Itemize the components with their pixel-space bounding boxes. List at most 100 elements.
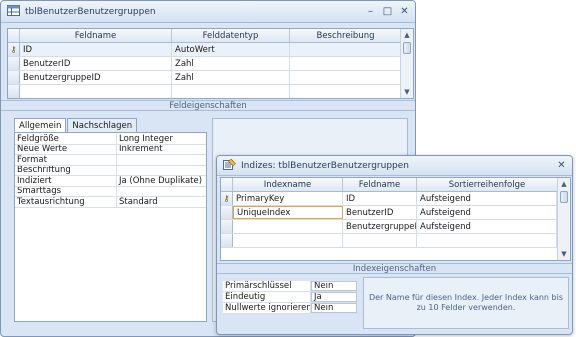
index-name-cell[interactable]: UniqueIndex: [233, 206, 343, 219]
field-type-cell[interactable]: Zahl: [172, 71, 290, 84]
property-row[interactable]: Nullwerte ignorieren Nein: [223, 303, 363, 314]
field-desc-cell[interactable]: [290, 85, 401, 98]
scroll-thumb[interactable]: [403, 42, 411, 54]
close-icon: ✕: [400, 5, 409, 17]
row-selector[interactable]: [221, 234, 233, 247]
column-header-sortierreihenfolge[interactable]: Sortierreihenfolge: [417, 178, 557, 191]
field-type-cell[interactable]: [172, 85, 290, 98]
property-label: Indiziert: [15, 176, 117, 186]
field-name-cell[interactable]: BenutzerID: [20, 57, 172, 70]
property-value[interactable]: Nein: [311, 281, 357, 291]
tab-allgemein[interactable]: Allgemein: [14, 118, 67, 133]
column-header-beschreibung[interactable]: Beschreibung: [290, 29, 401, 42]
table-row[interactable]: ⚷ PrimaryKey ID Aufsteigend: [221, 192, 570, 206]
scroll-up-icon[interactable]: ▲: [558, 178, 570, 190]
field-grid: Feldname Felddatentyp Beschreibung ⚷ ID …: [7, 28, 414, 99]
table-row[interactable]: BenutzergruppeID Zahl: [8, 71, 413, 85]
index-name-cell[interactable]: [233, 234, 343, 247]
property-row[interactable]: Beschriftung: [15, 165, 206, 176]
index-order-cell[interactable]: [417, 234, 557, 247]
index-field-cell[interactable]: [343, 234, 417, 247]
property-label: Primärschlüssel: [223, 281, 311, 291]
scroll-down-icon[interactable]: ▼: [558, 248, 570, 260]
scroll-thumb[interactable]: [560, 191, 568, 203]
property-row[interactable]: Primärschlüssel Nein: [223, 281, 363, 292]
indexes-title: Indizes: tblBenutzerBenutzergruppen: [241, 160, 410, 171]
field-grid-scrollbar[interactable]: ▲ ▼: [400, 29, 413, 98]
index-hint-text: Der Name für diesen Index. Jeder Index k…: [363, 277, 569, 329]
table-row-empty[interactable]: [221, 234, 570, 248]
key-icon[interactable]: ⚷: [221, 192, 233, 205]
index-name-cell[interactable]: [233, 220, 343, 233]
field-grid-header: Feldname Felddatentyp Beschreibung: [8, 29, 413, 43]
property-row[interactable]: Eindeutig Ja: [223, 292, 363, 303]
property-label: Nullwerte ignorieren: [223, 303, 311, 313]
scroll-up-icon[interactable]: ▲: [401, 29, 413, 41]
table-design-titlebar[interactable]: tblBenutzerBenutzergruppen – □ ✕: [1, 1, 415, 23]
property-value[interactable]: Standard: [117, 197, 158, 207]
close-button[interactable]: ✕: [553, 158, 570, 173]
maximize-button[interactable]: □: [379, 4, 396, 19]
table-design-title: tblBenutzerBenutzergruppen: [25, 6, 156, 17]
index-name-cell[interactable]: PrimaryKey: [233, 192, 343, 205]
property-row[interactable]: Neue Werte Inkrement: [15, 144, 206, 155]
property-label: Eindeutig: [223, 292, 311, 302]
row-selector-header[interactable]: [8, 29, 20, 42]
index-field-cell[interactable]: BenutzerID: [343, 206, 417, 219]
index-order-cell[interactable]: Aufsteigend: [417, 206, 557, 219]
property-value[interactable]: [117, 187, 119, 197]
index-order-cell[interactable]: Aufsteigend: [417, 220, 557, 233]
table-icon: [7, 4, 20, 19]
table-row[interactable]: UniqueIndex BenutzerID Aufsteigend: [221, 206, 570, 220]
close-button[interactable]: ✕: [396, 4, 413, 19]
column-header-felddatentyp[interactable]: Felddatentyp: [172, 29, 290, 42]
property-value[interactable]: Long Integer: [117, 134, 173, 144]
property-value[interactable]: [117, 155, 119, 165]
field-type-cell[interactable]: AutoWert: [172, 43, 290, 56]
field-desc-cell[interactable]: [290, 57, 401, 70]
property-row[interactable]: Feldgröße Long Integer: [15, 134, 206, 145]
field-name-cell[interactable]: [20, 85, 172, 98]
tab-nachschlagen[interactable]: Nachschlagen: [67, 118, 138, 132]
scroll-down-icon[interactable]: ▼: [401, 86, 413, 98]
row-selector[interactable]: [8, 85, 20, 98]
property-row[interactable]: Indiziert Ja (Ohne Duplikate): [15, 176, 206, 187]
index-field-cell[interactable]: BenutzergruppeID: [343, 220, 417, 233]
column-header-feldname[interactable]: Feldname: [343, 178, 417, 191]
primary-key-icon[interactable]: ⚷: [8, 43, 20, 56]
minimize-icon: –: [368, 5, 373, 17]
property-label: Smarttags: [15, 186, 117, 196]
property-value[interactable]: Nein: [311, 303, 357, 313]
minimize-button[interactable]: –: [362, 4, 379, 19]
table-row[interactable]: ⚷ ID AutoWert: [8, 43, 413, 57]
property-value[interactable]: Ja (Ohne Duplikate): [117, 176, 202, 186]
property-row[interactable]: Textausrichtung Standard: [15, 197, 206, 208]
property-row[interactable]: Format: [15, 155, 206, 166]
row-selector-header[interactable]: [221, 178, 233, 191]
row-selector[interactable]: [221, 206, 233, 219]
field-name-cell[interactable]: ID: [20, 43, 172, 56]
property-label: Feldgröße: [15, 134, 117, 144]
row-selector[interactable]: [8, 57, 20, 70]
property-value[interactable]: Inkrement: [117, 145, 163, 155]
column-header-indexname[interactable]: Indexname: [233, 178, 343, 191]
index-field-cell[interactable]: ID: [343, 192, 417, 205]
table-row[interactable]: BenutzergruppeID Aufsteigend: [221, 220, 570, 234]
property-value[interactable]: [117, 166, 119, 176]
indexes-titlebar[interactable]: Indizes: tblBenutzerBenutzergruppen ✕: [217, 156, 572, 176]
index-grid-scrollbar[interactable]: ▲ ▼: [557, 178, 570, 260]
property-value[interactable]: Ja: [311, 292, 357, 302]
table-row-empty[interactable]: [8, 85, 413, 98]
index-grid: Indexname Feldname Sortierreihenfolge ⚷ …: [220, 177, 571, 261]
property-label: Neue Werte: [15, 144, 117, 154]
field-desc-cell[interactable]: [290, 71, 401, 84]
row-selector[interactable]: [221, 220, 233, 233]
column-header-feldname[interactable]: Feldname: [20, 29, 172, 42]
property-row[interactable]: Smarttags: [15, 186, 206, 197]
field-desc-cell[interactable]: [290, 43, 401, 56]
field-type-cell[interactable]: Zahl: [172, 57, 290, 70]
index-order-cell[interactable]: Aufsteigend: [417, 192, 557, 205]
row-selector[interactable]: [8, 71, 20, 84]
table-row[interactable]: BenutzerID Zahl: [8, 57, 413, 71]
field-name-cell[interactable]: BenutzergruppeID: [20, 71, 172, 84]
